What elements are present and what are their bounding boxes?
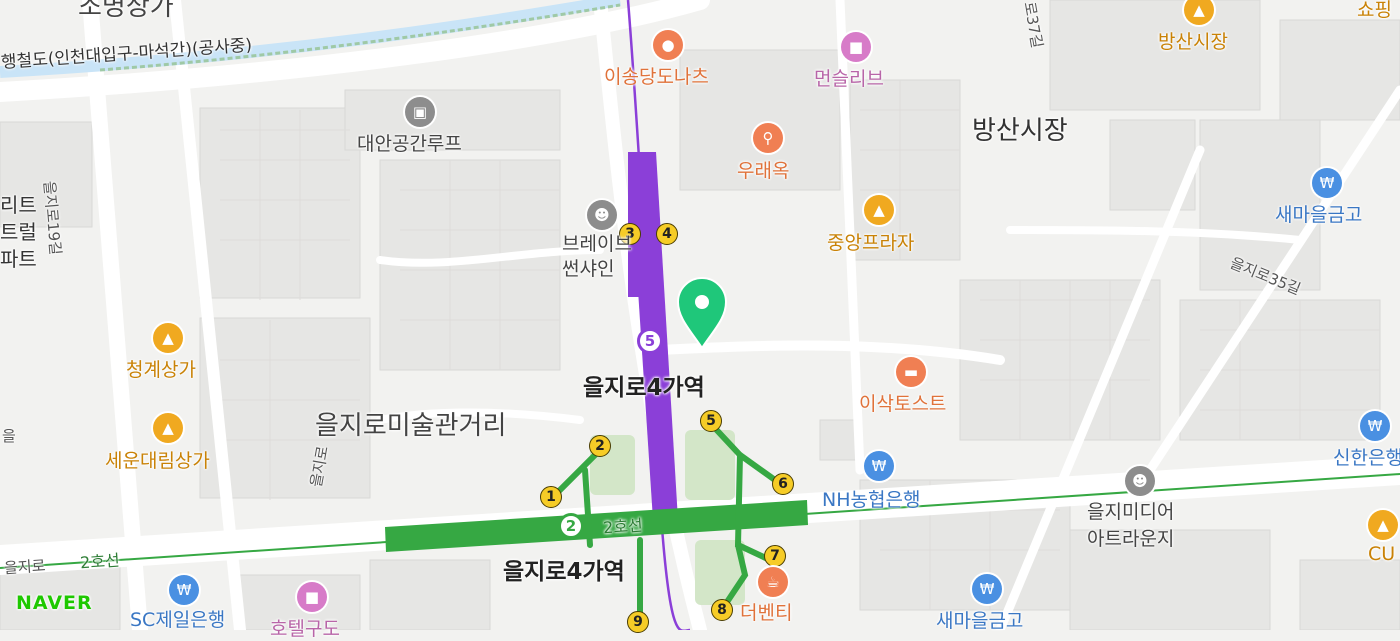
exit-7[interactable]: 7: [764, 545, 786, 567]
bed-icon: ■: [841, 32, 871, 62]
exit-5[interactable]: 5: [700, 410, 722, 432]
poi-label: 새마을금고: [936, 610, 1024, 632]
station-label-line2[interactable]: 을지로4가역: [503, 552, 625, 586]
poi-label: SC제일은행: [130, 609, 226, 631]
won-icon: ₩: [1360, 411, 1390, 441]
poi-label: 신한은행: [1333, 447, 1400, 469]
line2-badge: 2: [558, 513, 584, 539]
poi-label: CU: [1368, 543, 1396, 565]
won-icon: ₩: [1312, 168, 1342, 198]
exit-4[interactable]: 4: [656, 223, 678, 245]
line2-label: 2호선: [602, 515, 644, 538]
donut-icon: ●: [653, 30, 683, 60]
area-label-left: 리트 트럴 파트: [0, 193, 37, 271]
poi-label: 새마을금고: [1275, 204, 1363, 226]
won-icon: ₩: [972, 574, 1002, 604]
line2-west-label: 2호선: [79, 550, 121, 573]
exit-1[interactable]: 1: [540, 486, 562, 508]
area-label-bangsan: 방산시장: [972, 116, 1068, 146]
poi-label: 이송당도나츠: [604, 66, 709, 88]
area-label-top-left: 조명상가: [78, 0, 174, 22]
road-label-bottom-left: 을지로: [3, 556, 47, 578]
shopping-bag-icon: ▲: [864, 195, 894, 225]
naver-logo: NAVER: [16, 592, 93, 614]
poi-label: 대안공간루프: [357, 133, 462, 155]
exit-8[interactable]: 8: [711, 599, 733, 621]
poi-label: 세운대림상가: [105, 450, 210, 472]
area-label-art-street: 을지로미술관거리: [315, 411, 507, 441]
line5-badge: 5: [637, 328, 663, 354]
road-label-left-vertical: 을: [2, 427, 16, 445]
poi-label: 방산시장: [1158, 31, 1228, 53]
poi-label: 먼슬리브: [814, 68, 884, 90]
exit-6[interactable]: 6: [772, 473, 794, 495]
poi-label: 브레이브 썬샤인: [562, 233, 632, 280]
gallery-icon: ▣: [405, 97, 435, 127]
theater-mask-icon: ☻: [1125, 466, 1155, 496]
map-canvas[interactable]: [0, 0, 1400, 630]
station-label-line5[interactable]: 을지로4가역: [583, 368, 705, 402]
poi-label: 쇼핑: [1357, 0, 1392, 21]
poi-label: 청계상가: [126, 359, 196, 381]
shopping-bag-icon: ▲: [153, 413, 183, 443]
poi-label: 중앙프라자: [827, 232, 915, 254]
poi-label: NH농협은행: [822, 489, 921, 511]
exit-2[interactable]: 2: [589, 435, 611, 457]
coffee-icon: ☕: [758, 567, 788, 597]
poi-label: 호텔구도: [270, 618, 340, 640]
bed-icon: ■: [297, 582, 327, 612]
restaurant-icon: ⚲: [753, 123, 783, 153]
won-icon: ₩: [864, 451, 894, 481]
poi-label: 더벤티: [740, 602, 793, 624]
shopping-bag-icon: ▲: [1368, 510, 1398, 540]
poi-label: 을지미디어 아트라운지: [1087, 501, 1175, 550]
poi-label: 우래옥: [737, 160, 790, 182]
theater-mask-icon: ☻: [587, 200, 617, 230]
shopping-bag-icon: ▲: [153, 323, 183, 353]
won-icon: ₩: [169, 575, 199, 605]
poi-label: 이삭토스트: [859, 393, 947, 415]
burger-icon: ▬: [896, 357, 926, 387]
